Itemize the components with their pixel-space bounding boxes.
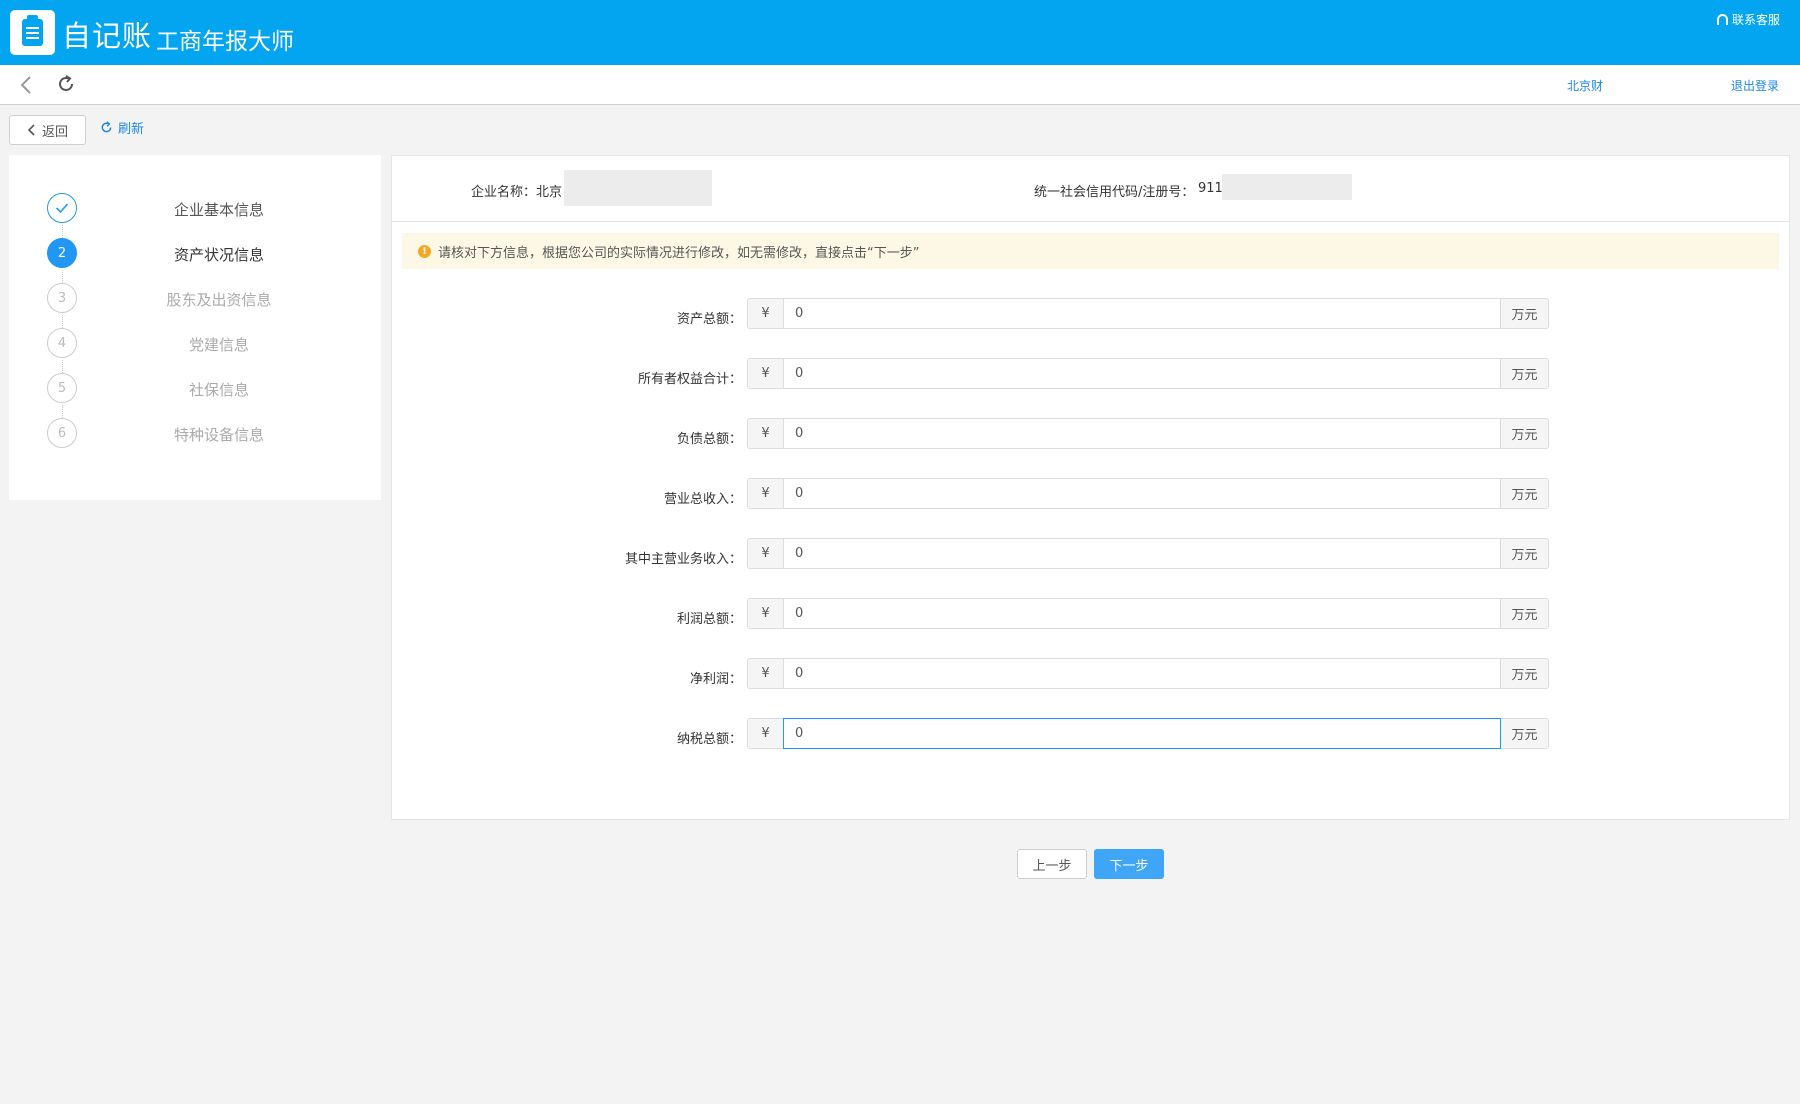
refresh-icon [101, 121, 112, 133]
field-net-profit: 净利润： ¥ 万元 [392, 658, 1789, 690]
unit-suffix: 万元 [1501, 478, 1549, 509]
field-total-revenue: 营业总收入： ¥ 万元 [392, 478, 1789, 510]
unit-suffix: 万元 [1501, 358, 1549, 389]
currency-prefix: ¥ [747, 358, 783, 389]
checkmark-icon [47, 193, 77, 223]
asset-form-card: 企业名称： 北京 统一社会信用代码/注册号： 911 ! 请核对下方信息，根据您… [391, 155, 1790, 820]
unit-suffix: 万元 [1501, 298, 1549, 329]
prev-step-button[interactable]: 上一步 [1017, 849, 1087, 879]
field-main-business-revenue: 其中主营业务收入： ¥ 万元 [392, 538, 1789, 570]
currency-prefix: ¥ [747, 718, 783, 749]
step-label: 特种设备信息 [173, 426, 264, 444]
unit-suffix: 万元 [1501, 658, 1549, 689]
step-label: 企业基本信息 [173, 201, 264, 219]
app-logo-icon [10, 10, 55, 55]
unit-suffix: 万元 [1501, 538, 1549, 569]
field-total-profit: 利润总额： ¥ 万元 [392, 598, 1789, 630]
field-label: 纳税总额： [676, 732, 742, 747]
refresh-label: 刷新 [118, 122, 145, 137]
notice-banner: ! 请核对下方信息，根据您公司的实际情况进行修改，如无需修改，直接点击“下一步” [402, 233, 1779, 269]
logout-link[interactable]: 退出登录 [1731, 77, 1779, 94]
field-label: 资产总额： [676, 312, 742, 327]
notice-text: 请核对下方信息，根据您公司的实际情况进行修改，如无需修改，直接点击“下一步” [438, 245, 920, 261]
field-label: 其中主营业务收入： [624, 552, 742, 567]
company-info-row: 企业名称： 北京 统一社会信用代码/注册号： 911 [392, 156, 1789, 222]
field-label: 所有者权益合计： [637, 372, 742, 387]
currency-prefix: ¥ [747, 298, 783, 329]
support-link[interactable]: 联系客服 [1716, 11, 1780, 28]
field-label: 净利润： [689, 672, 742, 687]
next-step-button[interactable]: 下一步 [1094, 849, 1164, 879]
support-label: 联系客服 [1731, 13, 1780, 27]
field-total-assets: 资产总额： ¥ 万元 [392, 298, 1789, 330]
field-label: 负债总额： [676, 432, 742, 447]
return-button[interactable]: 返回 [9, 115, 86, 145]
credit-code-label: 统一社会信用代码/注册号： [1034, 185, 1195, 200]
company-name-value: 北京 [536, 185, 563, 200]
browser-nav-bar: 北京财 退出登录 [0, 65, 1800, 105]
step-number: 2 [47, 238, 77, 268]
field-total-liabilities: 负债总额： ¥ 万元 [392, 418, 1789, 450]
back-arrow-icon[interactable] [17, 74, 37, 96]
field-owner-equity: 所有者权益合计： ¥ 万元 [392, 358, 1789, 390]
app-name: 自记账 [62, 19, 153, 53]
return-label: 返回 [41, 124, 68, 140]
redacted-mask [564, 170, 712, 206]
owner-equity-input[interactable] [783, 358, 1501, 389]
app-header: 自记账 工商年报大师 联系客服 [0, 0, 1800, 65]
total-assets-input[interactable] [783, 298, 1501, 329]
total-profit-input[interactable] [783, 598, 1501, 629]
unit-suffix: 万元 [1501, 418, 1549, 449]
field-total-tax: 纳税总额： ¥ 万元 [392, 718, 1789, 750]
credit-code-value: 911 [1198, 181, 1223, 196]
warning-icon: ! [418, 244, 431, 258]
step-5[interactable]: 5 社保信息 [9, 373, 381, 403]
unit-suffix: 万元 [1501, 598, 1549, 629]
step-number: 4 [47, 328, 77, 358]
total-revenue-input[interactable] [783, 478, 1501, 509]
steps-sidebar: 企业基本信息 2 资产状况信息 3 股东及出资信息 4 党建信息 5 社保信息 … [9, 155, 381, 500]
main-business-revenue-input[interactable] [783, 538, 1501, 569]
field-label: 营业总收入： [663, 492, 742, 507]
step-label: 社保信息 [188, 381, 249, 399]
currency-prefix: ¥ [747, 658, 783, 689]
step-label: 股东及出资信息 [166, 291, 272, 309]
city-link[interactable]: 北京财 [1567, 77, 1603, 94]
currency-prefix: ¥ [747, 418, 783, 449]
currency-prefix: ¥ [747, 538, 783, 569]
currency-prefix: ¥ [747, 478, 783, 509]
total-tax-input[interactable] [783, 718, 1501, 749]
step-6[interactable]: 6 特种设备信息 [9, 418, 381, 448]
company-name-label: 企业名称： [471, 185, 537, 200]
step-2[interactable]: 2 资产状况信息 [9, 238, 381, 268]
refresh-button[interactable]: 刷新 [100, 118, 144, 137]
unit-suffix: 万元 [1501, 718, 1549, 749]
step-number: 5 [47, 373, 77, 403]
step-1[interactable]: 企业基本信息 [9, 193, 381, 223]
net-profit-input[interactable] [783, 658, 1501, 689]
headset-icon [1716, 14, 1728, 25]
reload-icon[interactable] [55, 73, 77, 95]
field-label: 利润总额： [676, 612, 742, 627]
step-3[interactable]: 3 股东及出资信息 [9, 283, 381, 313]
step-number: 3 [47, 283, 77, 313]
redacted-mask [1222, 174, 1352, 200]
currency-prefix: ¥ [747, 598, 783, 629]
app-subtitle: 工商年报大师 [156, 29, 294, 55]
step-label: 党建信息 [188, 336, 249, 354]
step-number: 6 [47, 418, 77, 448]
step-4[interactable]: 4 党建信息 [9, 328, 381, 358]
step-label: 资产状况信息 [173, 246, 264, 264]
chevron-left-icon [27, 124, 35, 136]
total-liabilities-input[interactable] [783, 418, 1501, 449]
